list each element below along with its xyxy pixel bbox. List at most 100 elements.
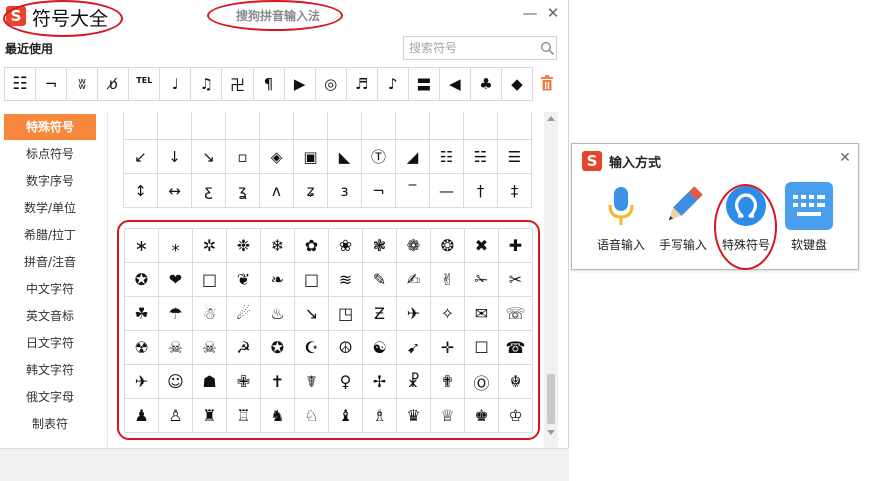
symbol-cell[interactable] [430,112,464,140]
symbol-cell[interactable]: ☃ [193,297,227,331]
recent-symbol-cell[interactable]: ♫ [190,67,223,101]
recent-symbol-cell[interactable]: 卍 [221,67,254,101]
symbol-cell[interactable]: † [464,174,498,208]
symbol-cell[interactable]: Ⓞ [465,365,499,399]
symbol-cell[interactable]: ❄ [261,229,295,263]
category-item[interactable]: 俄文字母 [4,384,96,410]
symbol-cell[interactable] [464,112,498,140]
symbol-cell[interactable]: □ [295,263,329,297]
symbol-cell[interactable]: ¬ [362,174,396,208]
symbol-cell[interactable]: ☪ [295,331,329,365]
symbol-cell[interactable] [158,112,192,140]
symbol-cell[interactable]: ☵ [464,140,498,174]
symbol-cell[interactable]: ≋ [329,263,363,297]
soft-keyboard-option[interactable]: 软键盘 [778,182,840,262]
symbol-cell[interactable]: ☷ [430,140,464,174]
symbol-cell[interactable]: ❦ [227,263,261,297]
symbol-cell[interactable]: ☘ [125,297,159,331]
symbol-cell[interactable]: ◢ [396,140,430,174]
recent-symbol-cell[interactable]: ▶ [283,67,316,101]
symbol-cell[interactable]: ❉ [227,229,261,263]
symbol-cell[interactable]: ✢ [363,365,397,399]
symbol-cell[interactable]: ♨ [261,297,295,331]
symbol-cell[interactable] [362,112,396,140]
symbol-cell[interactable]: ☰ [498,140,532,174]
symbol-cell[interactable]: ☤ [295,365,329,399]
symbol-cell[interactable]: ❃ [363,229,397,263]
symbol-cell[interactable]: □ [193,263,227,297]
symbol-cell[interactable]: ☬ [499,365,533,399]
symbol-cell[interactable]: ☢ [125,331,159,365]
symbol-cell[interactable]: ☗ [193,365,227,399]
symbol-cell[interactable]: ✈ [125,365,159,399]
symbol-cell[interactable]: ❁ [397,229,431,263]
recent-symbol-cell[interactable]: ☷ [4,67,37,101]
symbol-cell[interactable]: ❂ [431,229,465,263]
symbol-cell[interactable]: ✪ [125,263,159,297]
symbol-cell[interactable]: ☠ [193,331,227,365]
symbol-cell[interactable]: ʌ [260,174,294,208]
symbol-cell[interactable]: ♝ [329,399,363,433]
symbol-cell[interactable]: ✿ [295,229,329,263]
recent-symbol-cell[interactable]: ʋ̸ [97,67,130,101]
symbol-cell[interactable]: ♜ [193,399,227,433]
symbol-cell[interactable]: ☯ [363,331,397,365]
symbol-cell[interactable] [498,112,532,140]
symbol-cell[interactable]: ƹ [192,174,226,208]
recent-symbol-cell[interactable]: ◆ [501,67,534,101]
symbol-cell[interactable]: ✍ [397,263,431,297]
symbol-cell[interactable]: ✂ [499,263,533,297]
symbol-cell[interactable]: Ⓣ [362,140,396,174]
recent-symbol-cell[interactable]: ♣ [469,67,502,101]
symbol-cell[interactable]: ✌ [431,263,465,297]
symbol-cell[interactable]: ♙ [159,399,193,433]
symbol-cell[interactable]: ▣ [294,140,328,174]
symbol-cell[interactable]: ♔ [499,399,533,433]
symbol-cell[interactable]: ‾ [396,174,430,208]
scroll-up-arrow-icon[interactable] [547,116,555,121]
symbol-cell[interactable]: ☐ [465,331,499,365]
special-symbol-option[interactable]: 特殊符号 [715,182,777,262]
minimize-button[interactable]: — [522,4,538,22]
handwriting-input-option[interactable]: 手写输入 [652,182,714,262]
symbol-cell[interactable] [226,112,260,140]
symbol-cell[interactable]: ✪ [261,331,295,365]
recent-symbol-cell[interactable]: ♬ [345,67,378,101]
symbol-cell[interactable]: ♘ [295,399,329,433]
category-item[interactable]: 希腊/拉丁 [4,222,96,248]
symbol-cell[interactable]: ☠ [159,331,193,365]
symbol-cell[interactable]: ◈ [260,140,294,174]
symbol-cell[interactable]: ∗ [125,229,159,263]
symbol-cell[interactable]: ☺ [159,365,193,399]
category-item[interactable]: 数学/单位 [4,195,96,221]
popup-close-button[interactable]: ✕ [837,149,853,167]
category-item[interactable]: 韩文字符 [4,357,96,383]
symbol-cell[interactable]: ✎ [363,263,397,297]
trash-icon[interactable] [540,75,554,91]
symbol-cell[interactable]: ❀ [329,229,363,263]
search-box[interactable] [403,36,557,60]
recent-symbol-cell[interactable]: ʬ [66,67,99,101]
close-button[interactable]: ✕ [545,4,561,22]
symbol-cell[interactable]: ♖ [227,399,261,433]
search-icon[interactable] [540,41,555,56]
symbol-cell[interactable]: ☎ [499,331,533,365]
symbol-cell[interactable]: ◳ [329,297,363,331]
symbol-cell[interactable]: ☄ [227,297,261,331]
symbol-cell[interactable]: ♀ [329,365,363,399]
symbol-cell[interactable]: ✉ [465,297,499,331]
symbol-cell[interactable]: ❤ [159,263,193,297]
recent-symbol-cell[interactable]: ¶ [252,67,285,101]
category-item[interactable]: 拼音/注音 [4,249,96,275]
symbol-cell[interactable]: ✙ [227,365,261,399]
symbol-cell[interactable]: ɜ [328,174,362,208]
symbol-cell[interactable]: ☂ [159,297,193,331]
symbol-cell[interactable]: ✚ [499,229,533,263]
symbol-cell[interactable]: ◣ [328,140,362,174]
symbol-cell[interactable]: ↔ [158,174,192,208]
voice-input-option[interactable]: 语音输入 [590,182,652,262]
symbol-cell[interactable]: ↓ [158,140,192,174]
symbol-cell[interactable]: ✈ [397,297,431,331]
symbol-cell[interactable]: ✖ [465,229,499,263]
symbol-cell[interactable] [192,112,226,140]
